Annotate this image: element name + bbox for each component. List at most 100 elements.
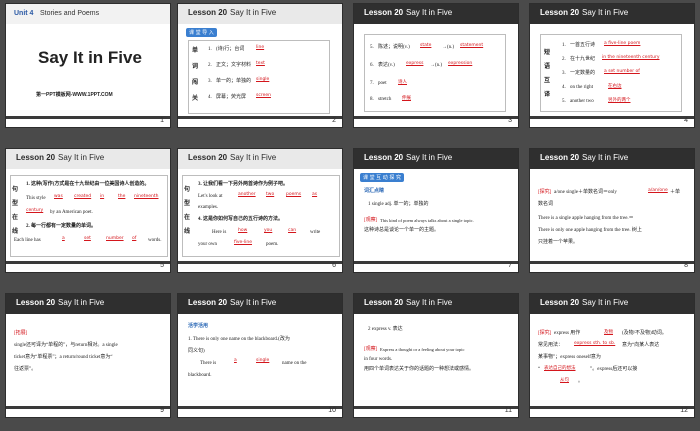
item-number: 2. (562, 57, 566, 62)
divider (6, 261, 170, 264)
side-label-1: 句 (184, 186, 191, 193)
rule-text: a/one single＋单数名词＝only (554, 190, 617, 195)
side-label-2: 词 (192, 63, 199, 70)
rule-text: express 用作 (554, 331, 581, 336)
item-prompt: on the right (570, 85, 594, 90)
item-answer: 诗人 (398, 80, 407, 85)
exercise-text: 1. There is only one name on the blackbo… (188, 337, 290, 342)
slide-header: Lesson 20 Say It in Five (6, 149, 170, 169)
side-label-1: 单 (192, 47, 199, 54)
blank-answer: a/an/one (648, 188, 668, 193)
slide-header: Lesson 20 Say It in Five (178, 294, 342, 314)
item-answer: single (256, 77, 270, 82)
example-translation: 只挂着一个苹果。 (538, 240, 579, 245)
item-answer: a five-line poem (604, 41, 641, 46)
slide-title: Say It in Five (58, 298, 105, 307)
slide-thumbnail-3[interactable]: Lesson 20 Say It in Five 5. 陈述；说明(v.) st… (353, 3, 519, 128)
example-sentence: Express a thought or a feeling about you… (380, 347, 465, 352)
item-answer: screen (256, 93, 271, 98)
extend-label: [拓展] (14, 331, 28, 336)
slide-thumbnail-7[interactable]: Lesson 20 Say It in Five 课 堂 互 动 探 究 词汇点… (353, 148, 519, 273)
slide-thumbnail-5[interactable]: Lesson 20 Say It in Five 句 型 在 线 1. 这种(写… (5, 148, 171, 273)
slide-thumbnail-10[interactable]: Lesson 20 Say It in Five 活学活用 1. There i… (177, 293, 343, 418)
slide-thumbnail-12[interactable]: Lesson 20 Say It in Five [探究] express 用作… (529, 293, 695, 418)
divider (530, 406, 694, 409)
blank-answer: poems (286, 192, 302, 197)
lesson-label: Lesson 20 (188, 298, 228, 307)
slide-title: Say It in Five (406, 153, 453, 162)
item-number: 3. (208, 79, 212, 84)
blank-answer: a (234, 358, 237, 363)
slide-number: 11 (504, 407, 512, 414)
unit-subtitle: Stories and Poems (40, 10, 100, 17)
side-label-2: 语 (544, 63, 551, 70)
blank-answer: the (118, 194, 126, 199)
sentence-text: words. (148, 238, 162, 243)
rule-text: (及物/不及物)动词。 (622, 331, 667, 336)
side-label-3: 在 (12, 214, 19, 221)
sentence-text: write (310, 230, 321, 235)
blank-answer: how (238, 228, 248, 233)
slide-title: Say It in Five (230, 8, 277, 17)
exercise-text: blackboard. (188, 373, 212, 378)
blank-answer: express sth. to sb. (574, 341, 616, 346)
slide-title: Say It in Five (582, 8, 629, 17)
slide-thumbnail-6[interactable]: Lesson 20 Say It in Five 句 型 在 线 3. 让我们看… (177, 148, 343, 273)
blank-answer: another (238, 192, 256, 197)
slide-title: Say It in Five (230, 153, 277, 162)
slide-thumbnail-11[interactable]: Lesson 20 Say It in Five 2 express v. 表达… (353, 293, 519, 418)
sentence-text: Each line has (14, 238, 41, 243)
slide-thumbnail-9[interactable]: Lesson 20 Say It in Five [拓展] single还可译为… (5, 293, 171, 418)
slide-title: Say It in Five (582, 298, 629, 307)
slide-title: Say It in Five (58, 153, 105, 162)
slide-number: 4 (684, 117, 688, 124)
side-label-4: 关 (192, 95, 199, 102)
slide-thumbnail-2[interactable]: Lesson 20 Say It in Five 课 堂 导 入 单 词 闯 关… (177, 3, 343, 128)
side-label-1: 句 (12, 186, 19, 193)
blank-answer: set (84, 236, 91, 241)
slide-number: 2 (332, 117, 336, 124)
lesson-label: Lesson 20 (540, 8, 580, 17)
item-answer: a set number of (604, 69, 640, 74)
slide-header: Lesson 20 Say It in Five (530, 294, 694, 314)
side-label-2: 型 (12, 200, 19, 207)
explore-label: [探究] (538, 331, 552, 336)
item-prompt: 表达(v.) (378, 63, 395, 68)
item-number: 4. (562, 85, 566, 90)
sentence-text: Here is (212, 230, 227, 235)
example-translation: 这种诗总是谈论一个单一的主题。 (364, 228, 440, 233)
blank-answer: can (288, 228, 297, 233)
blank-answer: of (132, 236, 137, 241)
rule-text: 意为“向某人表达 (622, 343, 660, 348)
slide-thumbnail-8[interactable]: Lesson 20 Say It in Five [探究] a/one sing… (529, 148, 695, 273)
item-number: 7. (370, 81, 374, 86)
slide-title: Say It in Five (230, 298, 277, 307)
blank-answer: five-line (234, 240, 253, 245)
section-heading: 词汇点睛 (364, 188, 385, 194)
lesson-label: Lesson 20 (188, 153, 228, 162)
side-label-1: 短 (544, 49, 551, 56)
divider (530, 116, 694, 119)
sentence-prompt: 3. 让我们看一下另外两首诗作为例子吧。 (198, 182, 289, 187)
item-prompt: stretch (378, 97, 392, 102)
lesson-label: Lesson 20 (364, 153, 404, 162)
slide-thumbnail-4[interactable]: Lesson 20 Say It in Five 短 语 互 译 1. 一首五行… (529, 3, 695, 128)
example-translation: 用四个单词表达关于你的话题的一种想法或感情。 (364, 367, 475, 372)
slide-thumbnail-1[interactable]: Unit 4 Stories and Poems Say It in Five … (5, 3, 171, 128)
side-label-4: 线 (12, 228, 19, 235)
slide-number: 8 (684, 262, 688, 269)
blank-answer: a (62, 236, 65, 241)
blank-answer: 从句 (560, 378, 569, 383)
rule-text: 常见用法： (538, 343, 564, 348)
item-prompt: 正文；文字材料 (216, 63, 252, 68)
blank-answer: century (26, 208, 44, 213)
item-answer: 伸展 (402, 96, 411, 101)
slide-title: Say It in Five (406, 298, 453, 307)
rule-text: ＋单 (670, 190, 681, 195)
item-number: 6. (370, 63, 374, 68)
slide-number: 10 (328, 407, 336, 414)
sentence-prompt: 4. 这是你如何写自己的五行诗的方法。 (198, 217, 284, 222)
note-text: single还可译为“单程的”，与return相对。a single (14, 343, 118, 348)
slide-header: Lesson 20 Say It in Five (354, 294, 518, 314)
blank-answer: you (264, 228, 273, 233)
